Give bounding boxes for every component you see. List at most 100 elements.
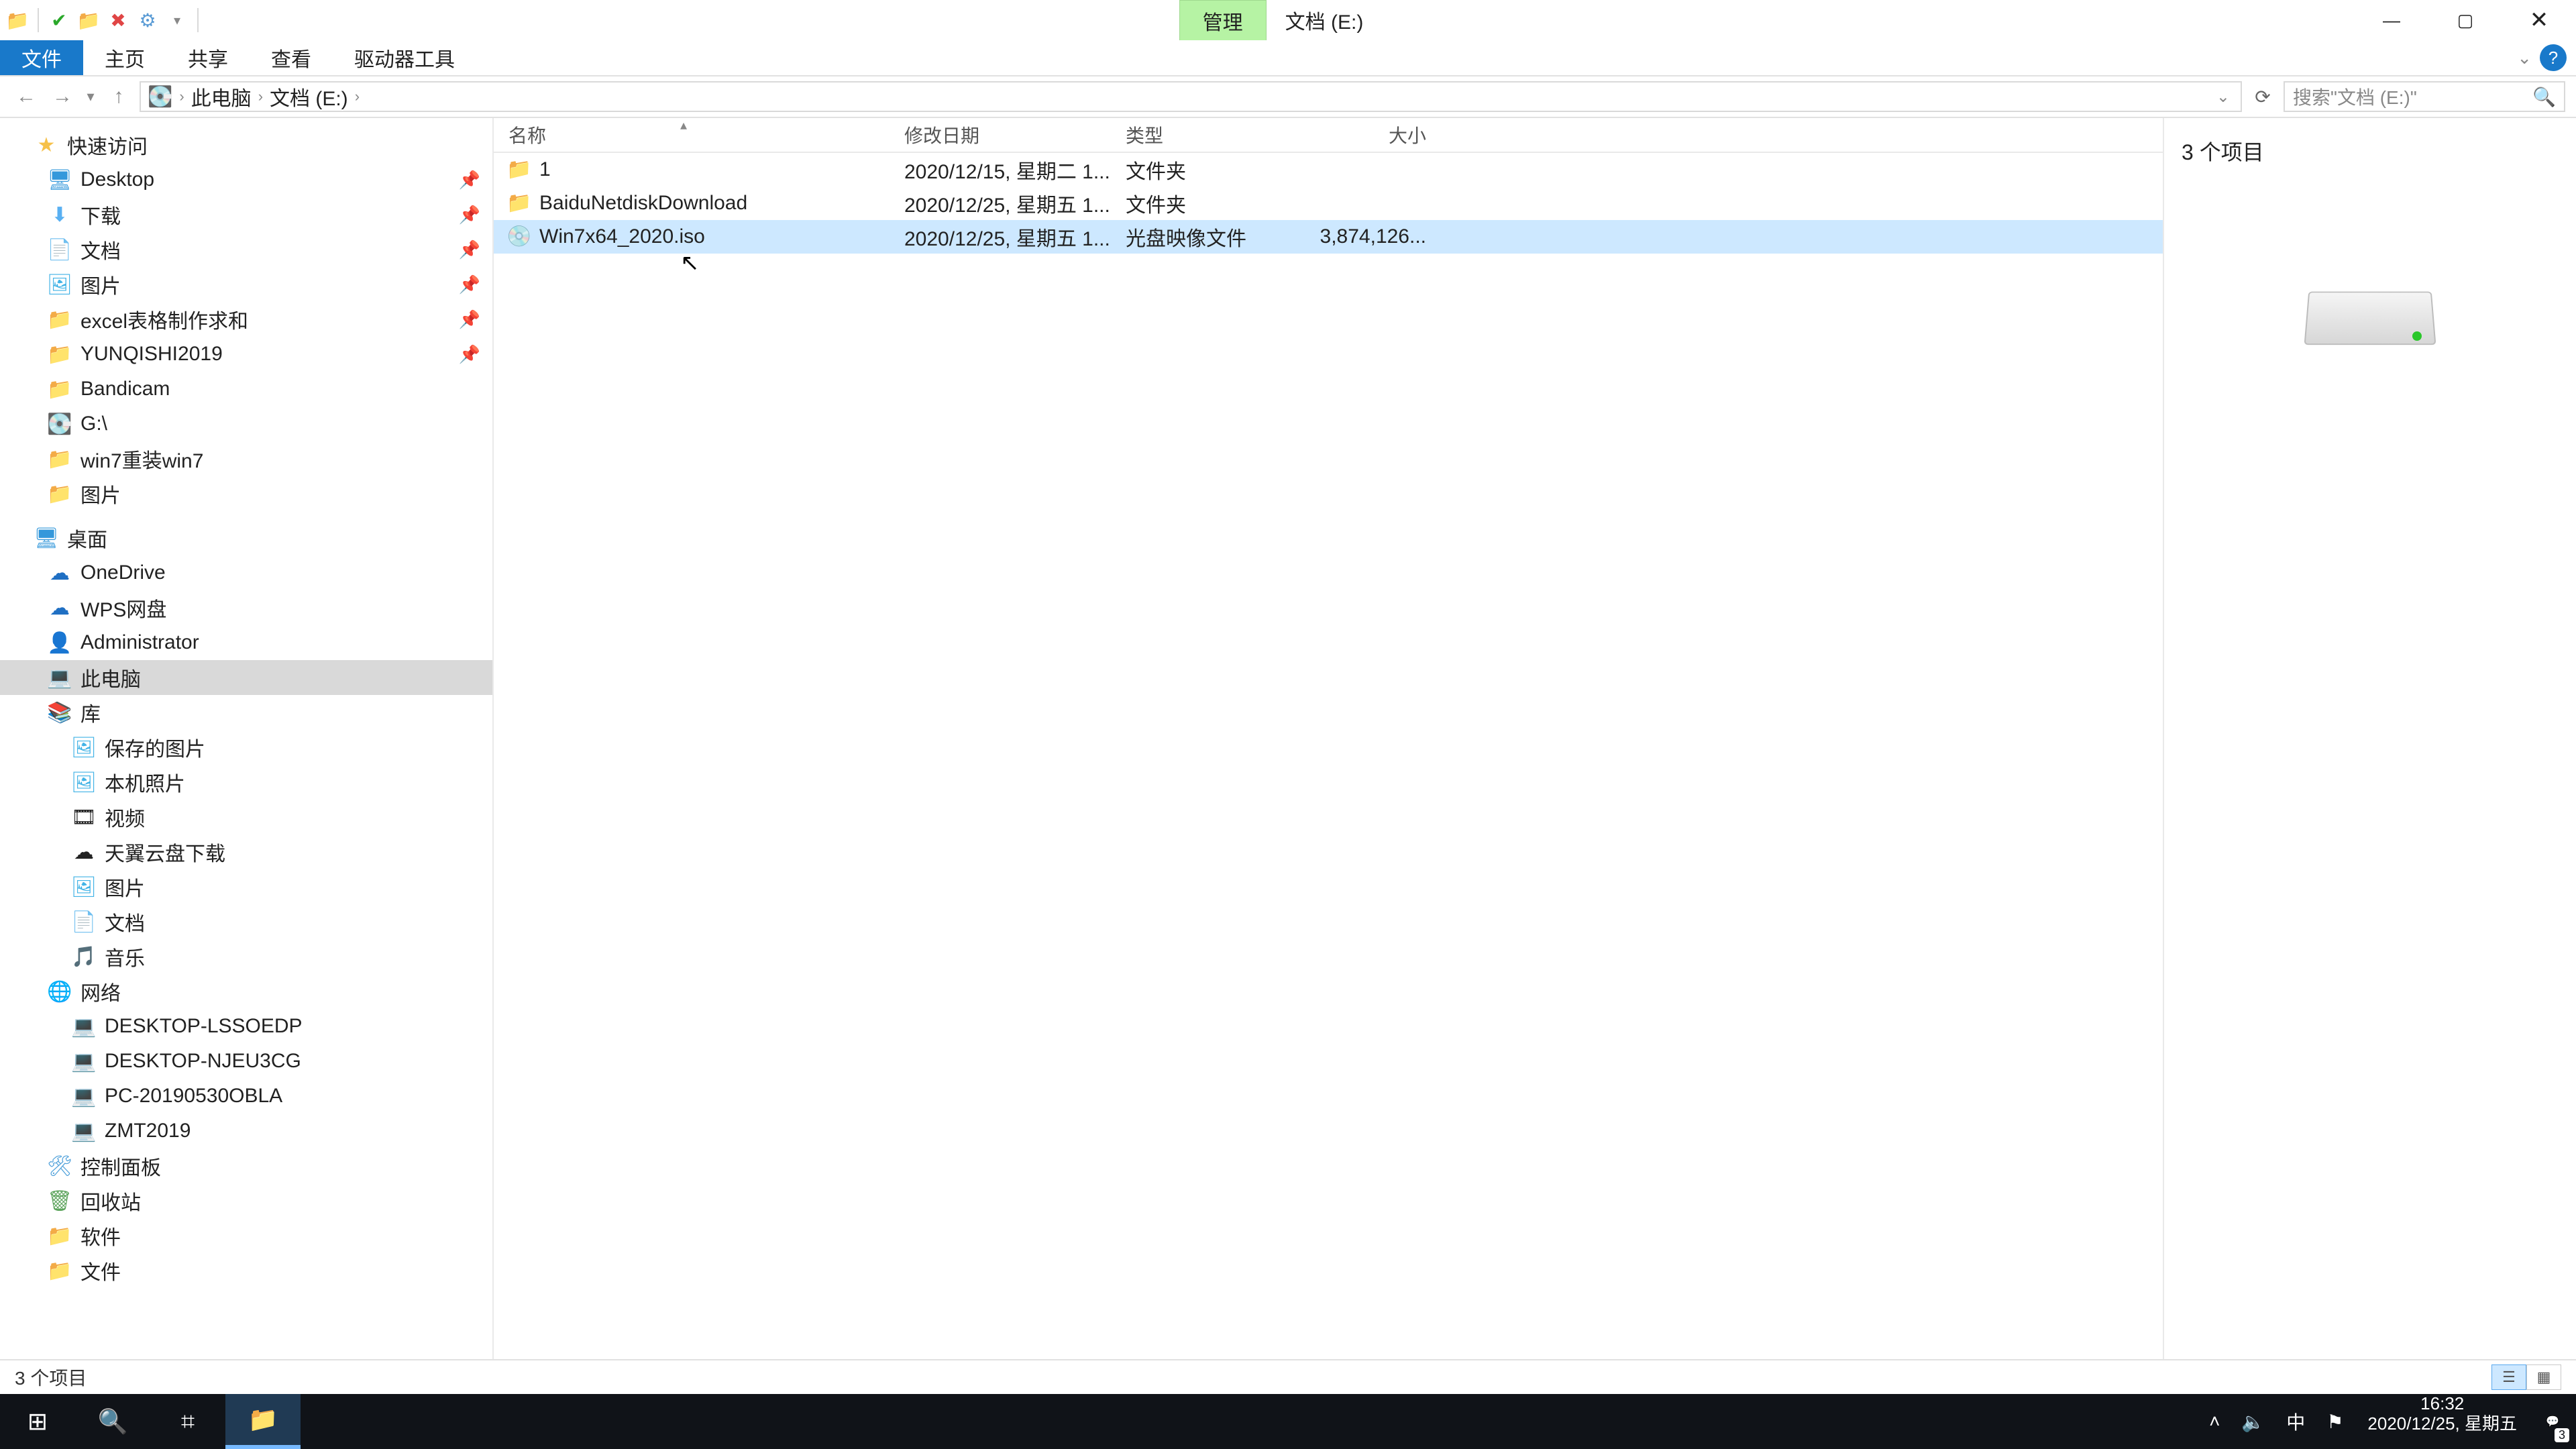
qat-customize-icon[interactable]: ⚙	[134, 7, 161, 34]
tree-bandicam[interactable]: 📁Bandicam	[0, 372, 492, 407]
file-row[interactable]: 💿Win7x64_2020.iso2020/12/25, 星期五 1...光盘映…	[494, 220, 2163, 254]
tree-win7[interactable]: 📁win7重装win7	[0, 441, 492, 476]
tree-pc1[interactable]: 💻DESKTOP-LSSOEDP	[0, 1009, 492, 1044]
breadcrumb-current[interactable]: 文档 (E:)›	[270, 82, 360, 111]
document-icon: 📄	[72, 910, 95, 933]
tree-docs2[interactable]: 📄文档	[0, 904, 492, 939]
tree-admin[interactable]: 👤Administrator	[0, 625, 492, 660]
breadcrumb-root[interactable]: 此电脑›	[191, 82, 263, 111]
tree-documents[interactable]: 📄文档📌	[0, 232, 492, 267]
nav-forward-button[interactable]: →	[47, 81, 78, 112]
tray-overflow-icon[interactable]: ˄	[2209, 1411, 2220, 1432]
minimize-button[interactable]: —	[2355, 0, 2428, 40]
nav-back-button[interactable]: ←	[11, 81, 42, 112]
taskbar-search-button[interactable]: 🔍	[75, 1394, 150, 1449]
column-size[interactable]: 大小	[1292, 121, 1446, 148]
nav-tree[interactable]: ★快速访问 🖥Desktop📌 ⬇下载📌 📄文档📌 🖼图片📌 📁excel表格制…	[0, 118, 494, 1359]
qat-dropdown-icon[interactable]: ▾	[164, 7, 191, 34]
tree-downloads[interactable]: ⬇下载📌	[0, 197, 492, 232]
tree-video[interactable]: 🎞视频	[0, 800, 492, 835]
pin-icon[interactable]: 📌	[459, 274, 480, 295]
tab-drive-tools[interactable]: 驱动器工具	[333, 40, 476, 75]
nav-history-dropdown[interactable]: ▾	[83, 88, 98, 105]
address-dropdown-icon[interactable]: ⌄	[2216, 87, 2230, 107]
tree-docs3[interactable]: 📁文件	[0, 1253, 492, 1288]
file-list[interactable]: ▴ 名称 修改日期 类型 大小 📁12020/12/15, 星期二 1...文件…	[494, 118, 2163, 1359]
qat-newfolder-icon[interactable]: 📁	[75, 7, 102, 34]
column-headers: ▴ 名称 修改日期 类型 大小	[494, 118, 2163, 153]
tree-desktop-cn[interactable]: 🖥桌面	[0, 521, 492, 555]
view-details-button[interactable]: ☰	[2491, 1364, 2526, 1390]
tree-desktop[interactable]: 🖥Desktop📌	[0, 162, 492, 197]
tab-home[interactable]: 主页	[83, 40, 166, 75]
tree-pc4[interactable]: 💻ZMT2019	[0, 1114, 492, 1148]
file-row[interactable]: 📁BaiduNetdiskDownload2020/12/25, 星期五 1..…	[494, 186, 2163, 220]
tab-view[interactable]: 查看	[250, 40, 333, 75]
tree-wps[interactable]: ☁WPS网盘	[0, 590, 492, 625]
tab-share[interactable]: 共享	[166, 40, 250, 75]
ime-indicator[interactable]: 中	[2286, 1408, 2305, 1435]
tree-soft[interactable]: 📁软件	[0, 1218, 492, 1253]
tree-onedrive[interactable]: ☁OneDrive	[0, 555, 492, 590]
start-button[interactable]: ⊞	[0, 1394, 75, 1449]
ribbon-expand-icon[interactable]: ⌄	[2517, 48, 2532, 68]
tree-pictures2[interactable]: 📁图片	[0, 476, 492, 511]
tree-tianyi[interactable]: ☁天翼云盘下载	[0, 835, 492, 869]
nav-up-button[interactable]: ↑	[103, 81, 134, 112]
tree-quick-access[interactable]: ★快速访问	[0, 127, 492, 162]
chevron-right-icon[interactable]: ›	[258, 88, 263, 105]
close-button[interactable]: ✕	[2502, 0, 2576, 40]
qat-delete-icon[interactable]: ✖	[105, 7, 131, 34]
drive-icon: 💽	[148, 85, 172, 109]
column-date[interactable]: 修改日期	[890, 121, 1111, 148]
chevron-right-icon[interactable]: ›	[355, 88, 360, 105]
qat-properties-icon[interactable]: ✔	[46, 7, 72, 34]
tree-gdrive[interactable]: 💽G:\	[0, 407, 492, 441]
volume-icon[interactable]: 🔈	[2241, 1411, 2265, 1433]
tree-control-panel[interactable]: 🛠控制面板	[0, 1148, 492, 1183]
pin-icon[interactable]: 📌	[459, 170, 480, 191]
tree-local-pics[interactable]: 🖼本机照片	[0, 765, 492, 800]
tab-file[interactable]: 文件	[0, 40, 83, 75]
pc-icon: 💻	[48, 666, 71, 689]
iso-icon: 💿	[508, 226, 530, 248]
tree-pics3[interactable]: 🖼图片	[0, 869, 492, 904]
tree-library[interactable]: 📚库	[0, 695, 492, 730]
file-name: Win7x64_2020.iso	[539, 225, 705, 248]
tree-recycle[interactable]: 🗑回收站	[0, 1183, 492, 1218]
pin-icon[interactable]: 📌	[459, 205, 480, 225]
music-icon: 🎵	[72, 945, 95, 968]
pin-icon[interactable]: 📌	[459, 309, 480, 330]
view-icons-button[interactable]: ▦	[2526, 1364, 2561, 1390]
refresh-button[interactable]: ⟳	[2247, 81, 2278, 112]
desktop-icon: 🖥	[48, 168, 71, 191]
search-icon[interactable]: 🔍	[2532, 86, 2556, 108]
tree-yunqishi[interactable]: 📁YUNQISHI2019📌	[0, 337, 492, 372]
tree-thispc[interactable]: 💻此电脑	[0, 660, 492, 695]
task-view-button[interactable]: ⌗	[150, 1394, 225, 1449]
file-row[interactable]: 📁12020/12/15, 星期二 1...文件夹	[494, 153, 2163, 186]
column-name[interactable]: 名称	[494, 121, 890, 148]
taskbar-clock[interactable]: 16:32 2020/12/25, 星期五	[2355, 1394, 2529, 1449]
security-icon[interactable]: ⚑	[2326, 1411, 2343, 1433]
view-switcher: ☰ ▦	[2491, 1364, 2561, 1390]
action-center-button[interactable]: 💬 3	[2529, 1394, 2576, 1449]
help-icon[interactable]: ?	[2540, 44, 2567, 71]
tree-network[interactable]: 🌐网络	[0, 974, 492, 1009]
search-input[interactable]: 搜索"文档 (E:)" 🔍	[2284, 81, 2565, 112]
tree-pc3[interactable]: 💻PC-20190530OBLA	[0, 1079, 492, 1114]
address-bar: ← → ▾ ↑ 💽 › 此电脑› 文档 (E:)› ⌄ ⟳ 搜索"文档 (E:)…	[0, 76, 2576, 118]
tree-excel[interactable]: 📁excel表格制作求和📌	[0, 302, 492, 337]
tree-pc2[interactable]: 💻DESKTOP-NJEU3CG	[0, 1044, 492, 1079]
pin-icon[interactable]: 📌	[459, 344, 480, 365]
tree-pictures[interactable]: 🖼图片📌	[0, 267, 492, 302]
maximize-button[interactable]: ▢	[2428, 0, 2502, 40]
taskbar-explorer-button[interactable]: 📁	[225, 1394, 301, 1449]
tree-music[interactable]: 🎵音乐	[0, 939, 492, 974]
breadcrumb[interactable]: 💽 › 此电脑› 文档 (E:)› ⌄	[140, 81, 2242, 112]
tree-saved-pics[interactable]: 🖼保存的图片	[0, 730, 492, 765]
pin-icon[interactable]: 📌	[459, 239, 480, 260]
contextual-tab-manage[interactable]: 管理	[1179, 0, 1267, 40]
chevron-right-icon[interactable]: ›	[179, 88, 184, 105]
column-type[interactable]: 类型	[1111, 121, 1292, 148]
